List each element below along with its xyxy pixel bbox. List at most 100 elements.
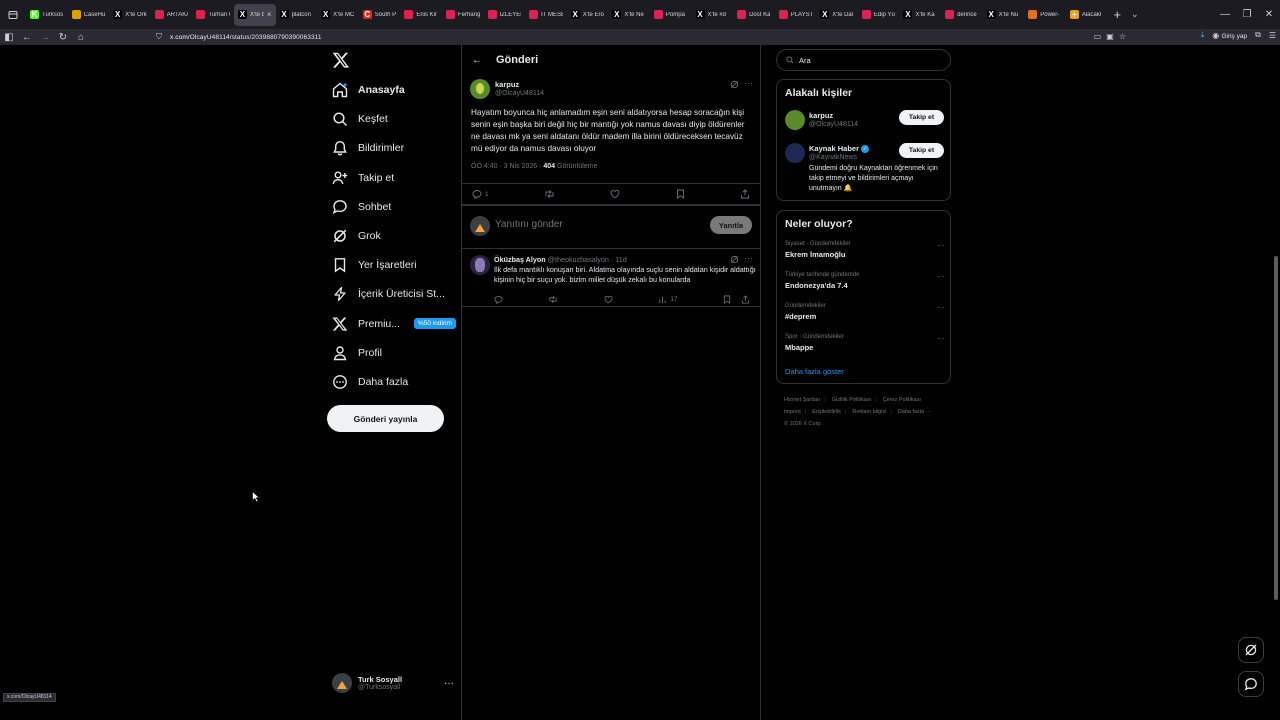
nav-item-more-circle[interactable]: Daha fazla <box>332 371 408 393</box>
browser-tab[interactable]: Xplatcon <box>276 4 318 26</box>
footer-link[interactable]: Hizmet Şartları <box>784 397 820 403</box>
browser-tab[interactable]: X X'te Ka <box>899 4 941 26</box>
browser-tab[interactable]: X X'te MC <box>317 4 359 26</box>
site-info-icon[interactable]: ⛉ <box>156 32 170 42</box>
browser-tab[interactable]: X X'te #d <box>692 4 734 26</box>
grok-float-button[interactable] <box>1238 637 1264 663</box>
person-handle[interactable]: @KaynakNews <box>809 154 857 161</box>
bookmark-icon[interactable] <box>723 295 731 304</box>
like-action[interactable] <box>610 189 620 199</box>
grok-icon[interactable] <box>730 80 739 89</box>
browser-tab[interactable]: X X'te Dal <box>816 4 858 26</box>
post-author-avatar[interactable] <box>470 79 490 99</box>
browser-tab[interactable]: Enis Kir <box>400 4 442 26</box>
minimize-button[interactable]: — <box>1214 9 1236 20</box>
browser-tab[interactable]: CaseHu <box>68 4 110 26</box>
nav-item-person-add[interactable]: Takip et <box>332 167 394 189</box>
browser-tab[interactable]: Edip Yü <box>858 4 900 26</box>
new-tab-button[interactable]: + <box>1107 7 1127 22</box>
forward-button[interactable]: → <box>36 32 54 43</box>
grok-icon[interactable] <box>730 255 739 264</box>
trend-item[interactable]: Türkiye tarihinde gündemde Endonezya'da 7… <box>785 272 945 298</box>
nav-item-chat[interactable]: Sohbet <box>332 196 391 218</box>
url-text[interactable]: x.com/OlcayU48114/status/203988079039006… <box>170 34 322 41</box>
reply-action[interactable] <box>494 295 503 304</box>
views-action[interactable]: 17 <box>658 295 678 304</box>
more-icon[interactable]: ··· <box>937 241 945 250</box>
more-icon[interactable]: ··· <box>444 678 454 689</box>
post-button[interactable]: Gönderi yayınla <box>327 405 444 432</box>
browser-tab[interactable]: X X'te Ork <box>109 4 151 26</box>
nav-item-grok[interactable]: Grok <box>332 225 381 247</box>
extensions-icon[interactable]: ⧉ <box>1255 30 1261 40</box>
footer-link[interactable]: Daha fazla ··· <box>898 409 931 415</box>
trend-item[interactable]: Spor · Gündemdekiler Mbappe ··· <box>785 334 945 360</box>
browser-tab[interactable]: PLAYSTA <box>775 4 817 26</box>
close-window-button[interactable]: ✕ <box>1258 9 1280 20</box>
browser-tab[interactable]: K Turksos <box>26 4 68 26</box>
post-author-name[interactable]: karpuz <box>495 80 519 89</box>
reader-view-icon[interactable]: ▭ <box>1094 32 1102 41</box>
browser-tab[interactable]: derince <box>941 4 983 26</box>
close-tab-icon[interactable]: × <box>267 10 272 19</box>
repost-action[interactable] <box>544 189 555 199</box>
nav-item-home[interactable]: Anasayfa <box>332 79 405 101</box>
screenshot-icon[interactable]: ▣ <box>1106 32 1114 41</box>
home-button[interactable]: ⌂ <box>72 32 90 43</box>
footer-link[interactable]: Gizlilik Politikası <box>832 397 871 403</box>
nav-item-lightning[interactable]: İçerik Üreticisi St... <box>332 283 445 305</box>
show-more-link[interactable]: Daha fazla göster <box>785 367 844 376</box>
repost-action[interactable] <box>548 295 558 304</box>
follow-button[interactable]: Takip et <box>899 143 944 158</box>
login-label[interactable]: Giriş yap <box>1221 33 1247 40</box>
post-timestamp[interactable]: ÖÖ 4:40 · 3 Nis 2026 · <box>471 163 543 170</box>
chat-float-button[interactable] <box>1238 671 1264 697</box>
page-scrollbar[interactable] <box>1274 256 1278 600</box>
downloads-icon[interactable]: ⤓ <box>1201 30 1205 40</box>
nav-item-x-logo[interactable]: Premiu... %50 indirim <box>332 313 456 335</box>
tab-overview-button[interactable] <box>0 0 26 29</box>
footer-link[interactable]: Çerez Politikası <box>883 397 921 403</box>
person-avatar[interactable] <box>785 110 805 130</box>
browser-tab[interactable]: + Alacakl <box>1066 4 1108 26</box>
reply-button[interactable]: Yanıtla <box>710 216 752 234</box>
reload-button[interactable]: ↻ <box>54 32 72 43</box>
share-icon[interactable] <box>741 294 750 304</box>
trend-item[interactable]: Siyaset · Gündemdekiler Ekrem İmamoğlu ··· <box>785 241 945 267</box>
browser-tab[interactable]: İZLEYEN <box>484 4 526 26</box>
like-action[interactable] <box>604 295 613 304</box>
browser-tab[interactable]: ARTAKA <box>151 4 193 26</box>
bookmark-star-icon[interactable]: ☆ <box>1119 32 1126 41</box>
nav-item-profile[interactable]: Profil <box>332 342 382 364</box>
browser-tab[interactable]: İT MESE <box>525 4 567 26</box>
search-input[interactable]: Ara <box>776 49 951 71</box>
account-icon[interactable]: ◉ Giriş yap <box>1212 31 1247 40</box>
more-icon[interactable]: ··· <box>937 334 945 343</box>
browser-tab[interactable]: Power- <box>1024 4 1066 26</box>
person-avatar[interactable] <box>785 143 805 163</box>
reply-author-handle[interactable]: @theokuzbasalyon · 11d <box>548 255 627 264</box>
person-handle[interactable]: @OlcayU48114 <box>809 121 858 128</box>
nav-item-bell[interactable]: Bildirimler <box>332 137 404 159</box>
account-switcher[interactable]: Turk Sosyall @Turksosyall ··· <box>332 670 454 696</box>
reply-action[interactable]: 1 <box>472 189 489 199</box>
browser-tab[interactable]: Dost Ka <box>733 4 775 26</box>
person-name[interactable]: Kaynak Haber ✓ <box>809 144 870 153</box>
reply-post[interactable]: Öküzbaş Alyon @theokuzbasalyon · 11d ···… <box>462 249 760 307</box>
share-action[interactable] <box>740 189 750 199</box>
browser-tab[interactable]: X X'te Ne <box>608 4 650 26</box>
browser-tab[interactable]: X X'te Nu <box>983 4 1025 26</box>
follow-button[interactable]: Takip et <box>899 110 944 125</box>
nav-item-bookmark[interactable]: Yer İşaretleri <box>332 254 417 276</box>
nav-item-search[interactable]: Keşfet <box>332 108 388 130</box>
back-button[interactable]: ← <box>18 32 36 43</box>
maximize-button[interactable]: ❐ <box>1236 9 1258 20</box>
footer-link[interactable]: Imprint <box>784 409 801 415</box>
sidebar-toggle-icon[interactable]: ◧ <box>0 32 18 43</box>
menu-icon[interactable]: ☰ <box>1269 31 1276 40</box>
browser-tab[interactable]: Turhan Ö <box>192 4 234 26</box>
more-icon[interactable]: ··· <box>937 303 945 312</box>
address-bar[interactable]: ⛉ x.com/OlcayU48114/status/2039880790390… <box>156 30 1126 44</box>
x-logo-icon[interactable] <box>332 51 350 69</box>
trend-item[interactable]: Gündemdekiler #deprem ··· <box>785 303 945 329</box>
